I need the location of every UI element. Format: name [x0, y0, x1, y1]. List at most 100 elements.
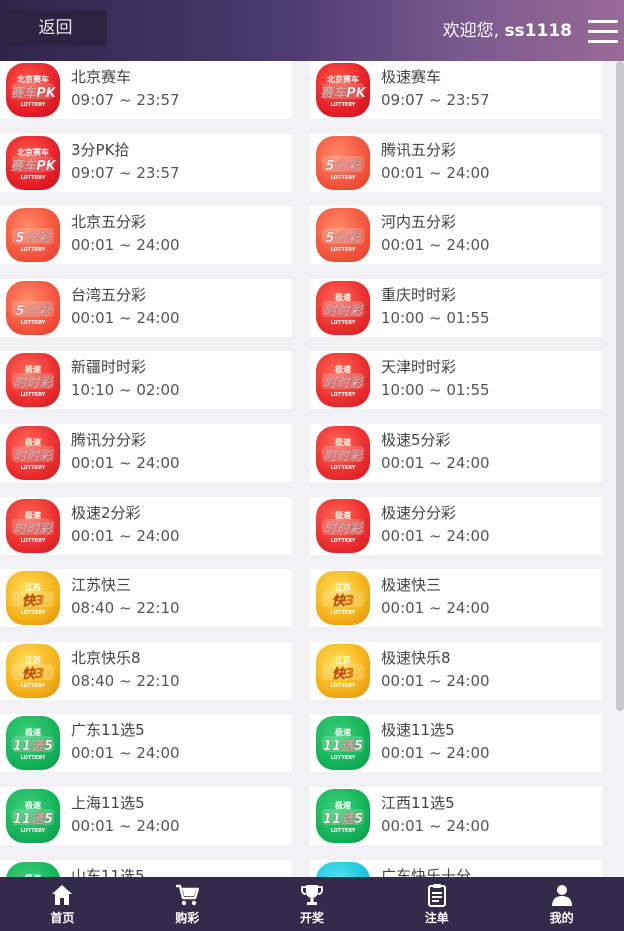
- nav-orders-label: 注单: [424, 911, 449, 925]
- game-card[interactable]: 极速11选5LOTTERY 山东11选5: [0, 859, 292, 877]
- game-name: 江苏快三: [71, 576, 132, 595]
- svg-text:5分彩: 5分彩: [325, 158, 362, 174]
- game-time: 09:07 ~ 23:57: [381, 91, 490, 109]
- game-time: 00:01 ~ 24:00: [71, 744, 180, 763]
- game-card[interactable]: 北京赛车 赛车PK LOTTERY 极速赛车 09:07 ~ 23:57: [310, 61, 602, 119]
- game-time: 00:01 ~ 24:00: [381, 526, 490, 545]
- svg-text:时时彩: 时时彩: [323, 448, 364, 464]
- svg-text:极速: 极速: [335, 292, 351, 302]
- game-name: 腾讯分分彩: [71, 431, 147, 449]
- game-time: 08:40 ~ 22:10: [71, 599, 180, 618]
- game-card[interactable]: 极速 时时彩 LOTTERY 新疆时时彩 10:10 ~ 02:00: [0, 351, 292, 410]
- svg-text:11选5: 11选5: [323, 738, 363, 754]
- back-button[interactable]: 返回: [0, 10, 107, 46]
- ssc-icon: 极速 时时彩 LOTTERY: [6, 498, 60, 553]
- svg-text:极速: 极速: [25, 800, 41, 810]
- scrollbar[interactable]: [616, 61, 624, 711]
- ssc-icon: 极速 时时彩 LOTTERY: [316, 498, 370, 553]
- ssc-icon: 极速 时时彩 LOTTERY: [316, 280, 370, 335]
- game-card[interactable]: 极速 时时彩 LOTTERY 腾讯分分彩 00:01 ~ 24:00: [0, 424, 292, 482]
- svg-text:LOTTERY: LOTTERY: [21, 392, 46, 398]
- svg-text:LOTTERY: LOTTERY: [21, 465, 46, 471]
- game-card[interactable]: 极速 11选5 LOTTERY 江西11选5 00:01 ~ 24:00: [310, 787, 602, 845]
- game-name: 腾讯五分彩: [381, 140, 457, 159]
- game-card[interactable]: LOTTERY 广东快乐十分: [310, 859, 602, 877]
- svg-text:LOTTERY: LOTTERY: [331, 320, 356, 326]
- svg-text:LOTTERY: LOTTERY: [21, 683, 46, 689]
- game-time: 00:01 ~ 24:00: [381, 671, 490, 690]
- nav-buy-label: 购彩: [175, 911, 200, 925]
- svg-text:北京赛车: 北京赛车: [17, 74, 49, 84]
- user-icon: [551, 885, 572, 906]
- svg-text:LOTTERY: LOTTERY: [331, 465, 356, 471]
- game-time: 00:01 ~ 24:00: [381, 163, 490, 182]
- svg-text:LOTTERY: LOTTERY: [331, 683, 356, 689]
- home-icon: [52, 885, 73, 905]
- game-time: 00:01 ~ 24:00: [71, 817, 180, 835]
- svg-text:11选5: 11选5: [13, 811, 53, 827]
- svg-text:快3: 快3: [22, 593, 44, 609]
- game-card[interactable]: 5分彩 LOTTERY 台湾五分彩 00:01 ~ 24:00: [0, 278, 292, 337]
- pk10-icon: 北京赛车 赛车PK LOTTERY: [316, 63, 370, 117]
- game-name: 重庆时时彩: [381, 285, 457, 304]
- svg-text:时时彩: 时时彩: [13, 521, 54, 537]
- ssc-icon: 极速 时时彩 LOTTERY: [316, 426, 370, 480]
- svg-text:LOTTERY: LOTTERY: [21, 755, 46, 761]
- game-name: 极速5分彩: [381, 431, 451, 449]
- svg-text:江苏: 江苏: [335, 582, 351, 592]
- svg-text:极速: 极速: [25, 727, 41, 737]
- game-card[interactable]: 5分彩 LOTTERY 腾讯五分彩 00:01 ~ 24:00: [310, 133, 602, 192]
- game-card[interactable]: 江苏 快3 LOTTERY 江苏快三 08:40 ~ 22:10: [0, 569, 292, 628]
- svg-text:LOTTERY: LOTTERY: [21, 102, 46, 108]
- bottom-nav: 首页 购彩 开奖 注单 我的: [0, 877, 624, 931]
- nav-results[interactable]: 开奖: [250, 877, 375, 931]
- game-name: 广东11选5: [71, 721, 145, 740]
- top-bar: 返回 欢迎您, ss1118: [0, 0, 624, 61]
- 5fen-icon: 5分彩 LOTTERY: [6, 280, 60, 335]
- game-name: 广东快乐十分: [381, 866, 472, 877]
- game-card[interactable]: 江苏 快3 LOTTERY 北京快乐8 08:40 ~ 22:10: [0, 641, 292, 700]
- game-card[interactable]: 极速 时时彩 LOTTERY 重庆时时彩 10:00 ~ 01:55: [310, 278, 602, 337]
- 5fen-icon: 5分彩 LOTTERY: [316, 208, 370, 263]
- game-time: 00:01 ~ 24:00: [381, 744, 490, 763]
- game-card[interactable]: 极速 时时彩 LOTTERY 极速5分彩 00:01 ~ 24:00: [310, 424, 602, 482]
- game-card[interactable]: 极速 时时彩 LOTTERY 极速2分彩 00:01 ~ 24:00: [0, 496, 292, 555]
- nav-orders[interactable]: 注单: [374, 877, 499, 931]
- svg-text:LOTTERY: LOTTERY: [331, 755, 356, 761]
- game-card[interactable]: 北京赛车 赛车PK LOTTERY 北京赛车 09:07 ~ 23:57: [0, 61, 292, 119]
- ssc-icon: 极速 时时彩 LOTTERY: [316, 353, 370, 408]
- game-card[interactable]: 5分彩 LOTTERY 北京五分彩 00:01 ~ 24:00: [0, 206, 292, 265]
- svg-text:快3: 快3: [22, 666, 44, 682]
- game-card[interactable]: 极速 11选5 LOTTERY 上海11选5 00:01 ~ 24:00: [0, 787, 292, 845]
- game-card[interactable]: 极速 11选5 LOTTERY 广东11选5 00:01 ~ 24:00: [0, 714, 292, 773]
- game-card[interactable]: 江苏 快3 LOTTERY 极速快三 00:01 ~ 24:00: [310, 569, 602, 628]
- svg-text:极速: 极速: [25, 437, 41, 447]
- nav-mine[interactable]: 我的: [499, 877, 624, 931]
- game-time: 00:01 ~ 24:00: [381, 817, 490, 835]
- nav-home[interactable]: 首页: [0, 877, 125, 931]
- 5fen-icon: 5分彩 LOTTERY: [6, 208, 60, 263]
- game-name: 天津时时彩: [381, 358, 457, 377]
- svg-text:LOTTERY: LOTTERY: [21, 247, 46, 253]
- svg-text:极速: 极速: [335, 364, 351, 374]
- game-card[interactable]: 极速 11选5 LOTTERY 极速11选5 00:01 ~ 24:00: [310, 714, 602, 773]
- svg-text:LOTTERY: LOTTERY: [331, 828, 356, 834]
- svg-text:北京赛车: 北京赛车: [327, 74, 359, 84]
- game-card[interactable]: 北京赛车 赛车PK LOTTERY 3分PK拾 09:07 ~ 23:57: [0, 133, 292, 192]
- game-card[interactable]: 江苏 快3 LOTTERY 极速快乐8 00:01 ~ 24:00: [310, 641, 602, 700]
- 5fen-icon: 5分彩 LOTTERY: [316, 135, 370, 190]
- svg-text:赛车PK: 赛车PK: [320, 85, 367, 101]
- svg-text:LOTTERY: LOTTERY: [21, 175, 46, 181]
- game-card[interactable]: 5分彩 LOTTERY 河内五分彩 00:01 ~ 24:00: [310, 206, 602, 265]
- menu-icon[interactable]: [588, 20, 618, 44]
- nav-results-label: 开奖: [299, 911, 324, 925]
- game-time: 10:00 ~ 01:55: [381, 381, 490, 400]
- svg-text:11选5: 11选5: [323, 811, 363, 827]
- k3-icon: 江苏 快3 LOTTERY: [6, 643, 60, 698]
- game-time: 10:10 ~ 02:00: [71, 381, 180, 400]
- game-card[interactable]: 极速 时时彩 LOTTERY 天津时时彩 10:00 ~ 01:55: [310, 351, 602, 410]
- game-name: 极速快三: [381, 576, 442, 595]
- nav-buy[interactable]: 购彩: [125, 877, 250, 931]
- game-card[interactable]: 极速 时时彩 LOTTERY 极速分分彩 00:01 ~ 24:00: [310, 496, 602, 555]
- svg-text:5分彩: 5分彩: [325, 230, 362, 246]
